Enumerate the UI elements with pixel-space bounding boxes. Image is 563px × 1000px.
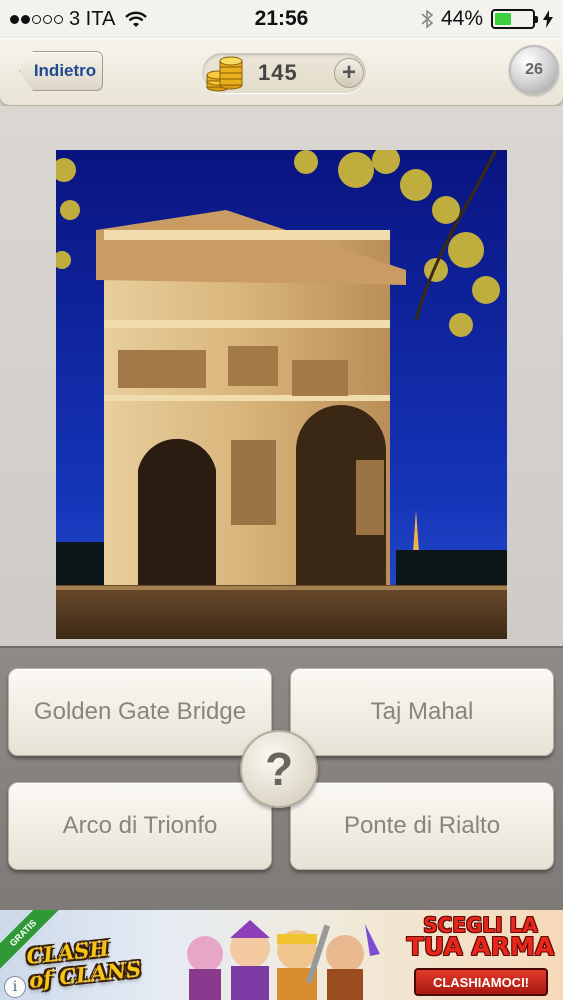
status-bar: 3 ITA 21:56 44% — [0, 0, 563, 38]
level-badge[interactable]: 26 — [509, 45, 559, 95]
game-characters-icon — [187, 920, 380, 1000]
answer-button-2[interactable]: Taj Mahal — [290, 668, 554, 756]
coins-counter: 145 + — [202, 53, 366, 93]
answer-button-3[interactable]: Arco di Trionfo — [8, 782, 272, 870]
coins-stack-icon — [206, 56, 243, 92]
battery-fill — [495, 13, 511, 25]
arc-de-triomphe-photo — [56, 150, 507, 639]
game-top-bar: Indietro 145 + 26 — [0, 38, 563, 106]
clash-of-clans-logo: CLASH of CLANS — [25, 931, 162, 1000]
photo-area — [0, 106, 563, 646]
battery-icon — [491, 9, 538, 29]
add-coins-button[interactable]: + — [334, 58, 364, 88]
back-button[interactable]: Indietro — [19, 51, 103, 91]
ad-info-icon[interactable]: i — [4, 976, 26, 998]
ad-cta-button[interactable]: CLASHIAMOCI! — [414, 968, 548, 996]
coins-count: 145 — [258, 60, 298, 85]
ad-headline: SCEGLI LA TUA ARMA — [398, 914, 563, 961]
bluetooth-icon — [421, 9, 433, 29]
answer-button-1[interactable]: Golden Gate Bridge — [8, 668, 272, 756]
answers-panel: Golden Gate Bridge Taj Mahal Arco di Tri… — [0, 646, 563, 910]
battery-percent: 44% — [440, 7, 483, 30]
charging-bolt-icon — [543, 10, 553, 28]
status-right: 44% — [421, 7, 553, 31]
hint-button[interactable]: ? — [240, 730, 318, 808]
answer-button-4[interactable]: Ponte di Rialto — [290, 782, 554, 870]
ad-headline-line-2: TUA ARMA — [406, 932, 555, 961]
ad-banner[interactable]: GRATIS CLASH of CLANS SCEGLI LA TUA ARMA… — [0, 910, 563, 1000]
